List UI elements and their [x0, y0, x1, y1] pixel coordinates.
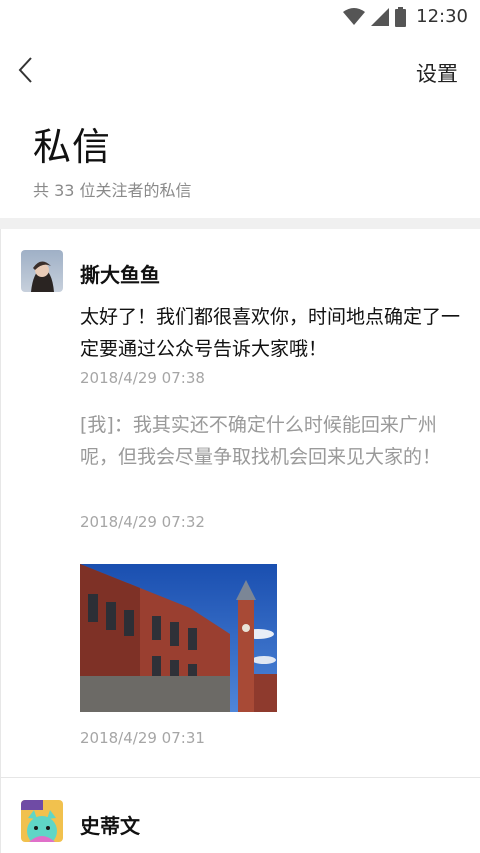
page-subtitle: 共 33 位关注者的私信	[33, 181, 192, 200]
message-time: 2018/4/29 07:38	[80, 369, 205, 387]
section-divider	[0, 218, 480, 229]
avatar[interactable]	[21, 250, 63, 292]
message-time: 2018/4/29 07:32	[80, 513, 205, 531]
top-bar: 设置	[0, 48, 480, 92]
conversation-name[interactable]: 史蒂文	[80, 810, 140, 839]
reply-text: [我]：我其实还不确定什么时候能回来广州呢，但我会尽量争取找机会回来见大家的！	[80, 414, 442, 468]
conversation-name[interactable]: 撕大鱼鱼	[80, 259, 160, 288]
message-time: 2018/4/29 07:31	[80, 729, 205, 747]
status-time: 12:30	[416, 6, 468, 27]
status-icons: 12:30	[343, 6, 468, 27]
settings-button[interactable]: 设置	[416, 58, 458, 88]
message-photo[interactable]	[80, 564, 277, 712]
list-left-border	[0, 229, 1, 853]
battery-icon	[395, 6, 407, 27]
list-divider	[0, 777, 480, 778]
page-title: 私信	[33, 125, 112, 169]
message-text: 太好了！我们都很喜欢你，时间地点确定了一定要通过公众号告诉大家哦！	[80, 306, 461, 360]
cellular-signal-icon	[371, 7, 390, 26]
wifi-icon	[343, 7, 366, 26]
back-arrow-icon[interactable]	[16, 56, 36, 84]
status-bar: 12:30	[0, 0, 480, 34]
avatar[interactable]	[21, 800, 63, 842]
